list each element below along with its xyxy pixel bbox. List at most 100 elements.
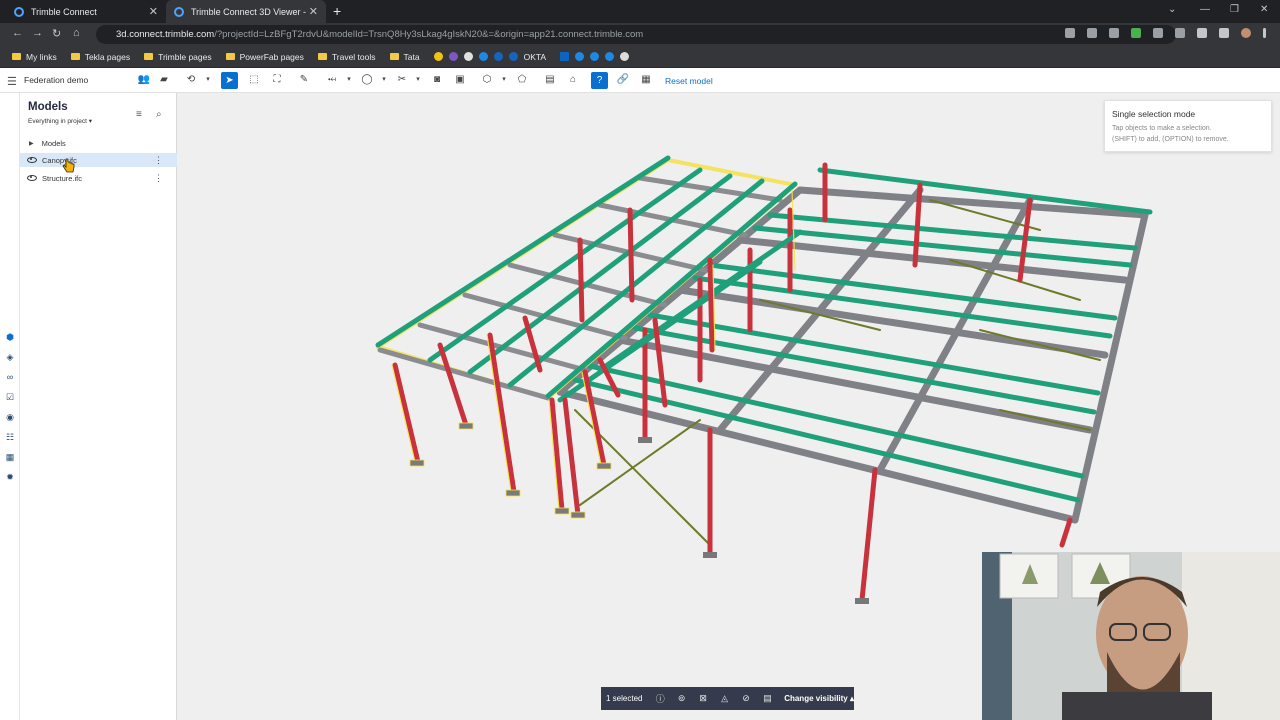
link-icon[interactable]: ∞ — [5, 372, 15, 382]
bookmark-tekla-pages[interactable]: Tekla pages — [70, 52, 130, 62]
help-icon[interactable]: ? — [591, 72, 608, 89]
reload-icon[interactable]: ↻ — [52, 27, 61, 40]
fit-selection-icon[interactable]: ⊠ — [692, 693, 713, 704]
list-icon[interactable]: ☷ — [5, 432, 15, 442]
new-tab-icon[interactable]: + — [333, 3, 341, 19]
tab-3d-viewer[interactable]: Trimble Connect 3D Viewer - Fed ✕ — [166, 0, 326, 23]
trimble-favicon-icon — [14, 6, 24, 17]
menu-dots-icon[interactable] — [1263, 28, 1266, 38]
bookmark-powerfab-pages[interactable]: PowerFab pages — [225, 52, 304, 62]
settings-panel-icon[interactable]: ▦ — [639, 73, 653, 87]
linkedin-icon[interactable] — [560, 52, 570, 61]
hide-icon[interactable]: ⊘ — [735, 693, 756, 704]
drive-extension-icon[interactable] — [1131, 28, 1141, 38]
info-icon[interactable]: ⓘ — [649, 692, 670, 705]
orbit-icon[interactable]: ⟲ — [184, 73, 198, 87]
reset-model-button[interactable]: Reset model — [665, 76, 713, 86]
models-cube-icon[interactable]: ⬢ — [5, 332, 15, 342]
fit-to-view-icon[interactable]: ⛶ — [270, 73, 284, 87]
bookmark-site-icon[interactable] — [463, 52, 473, 61]
link-icon[interactable]: 🔗 — [616, 73, 630, 87]
folder-icon — [70, 53, 80, 60]
bookmark-star-icon[interactable] — [1109, 28, 1119, 38]
close-window-icon[interactable]: ✕ — [1260, 4, 1268, 15]
restore-icon[interactable]: ❐ — [1230, 4, 1239, 15]
camera-icon[interactable]: ◉ — [5, 412, 15, 422]
tab-search-icon[interactable]: ⌄ — [1168, 4, 1176, 15]
home-icon[interactable]: ⌂ — [73, 27, 80, 39]
bookmark-site-icon[interactable] — [448, 52, 458, 61]
extension-icon[interactable] — [1153, 28, 1163, 38]
chevron-down-icon[interactable]: ▾ — [201, 73, 215, 87]
url-field[interactable]: 3d.connect.trimble.com/?projectId=LzBFgT… — [96, 25, 1176, 44]
cube-icon[interactable]: ⬡ — [480, 73, 494, 87]
chevron-down-icon[interactable]: ▾ — [411, 73, 425, 87]
tab-title: Trimble Connect 3D Viewer - Fed — [191, 6, 306, 17]
model-row-canopy[interactable]: Canopy.ifc ⋮ — [20, 153, 177, 167]
color-fill-icon[interactable]: ◬ — [714, 693, 735, 704]
sidebar-icon[interactable] — [1219, 28, 1229, 38]
chevron-down-icon[interactable]: ▾ — [342, 73, 356, 87]
table-icon[interactable]: ▦ — [5, 452, 15, 462]
todo-check-icon[interactable]: ☑ — [5, 392, 15, 402]
markup-icon[interactable]: ✎ — [297, 73, 311, 87]
search-icon[interactable]: ⌕ — [156, 109, 162, 120]
model-row-structure[interactable]: Structure.ifc ⋮ — [20, 171, 177, 185]
scope-dropdown[interactable]: Everything in project ▾ — [28, 117, 92, 125]
measure-icon[interactable]: ⤟ — [325, 73, 339, 87]
properties-icon[interactable]: ▤ — [757, 693, 778, 704]
bookmark-site-icon[interactable] — [478, 52, 488, 61]
viewer-toolbar: ☰ Federation demo 👥 ▰ ⟲ ▾ ➤ ⬚ ⛶ ✎ ⤟ ▾ ◯ … — [0, 68, 1280, 93]
bookmark-okta[interactable]: OKTA — [508, 52, 546, 62]
bag-icon[interactable]: ⌂ — [566, 73, 580, 87]
tab-close-icon[interactable]: ✕ — [309, 5, 318, 18]
bookmark-my-links[interactable]: My links — [12, 52, 57, 62]
back-icon[interactable]: ← — [12, 27, 23, 39]
settings-gear-icon[interactable]: ✹ — [5, 472, 15, 482]
canopy-ifc-model — [375, 155, 803, 519]
models-group-row[interactable]: ▶ Models — [20, 136, 177, 150]
isolate-icon[interactable]: ⊚ — [671, 693, 692, 704]
layers-icon[interactable]: ▤ — [543, 73, 557, 87]
tooltip-title: Single selection mode — [1112, 109, 1196, 119]
folder-icon[interactable]: ▰ — [157, 73, 171, 87]
ghost-icon[interactable]: ⬠ — [515, 73, 529, 87]
bookmark-site-icon[interactable] — [620, 52, 630, 61]
install-icon[interactable] — [1065, 28, 1075, 38]
sort-icon[interactable]: ≡ — [136, 109, 142, 120]
avatar[interactable] — [1241, 28, 1251, 38]
bookmark-travel-tools[interactable]: Travel tools — [317, 52, 376, 62]
more-options-icon[interactable]: ⋮ — [154, 173, 163, 184]
tab-close-icon[interactable]: ✕ — [149, 5, 158, 18]
clash-icon[interactable]: ▣ — [453, 73, 467, 87]
extension-icon[interactable] — [1175, 28, 1185, 38]
panel-title: Models — [28, 101, 68, 113]
bookmark-trimble-pages[interactable]: Trimble pages — [144, 52, 212, 62]
change-visibility-button[interactable]: Change visibility ▴ — [784, 694, 854, 703]
minimize-icon[interactable]: — — [1200, 4, 1210, 15]
forward-icon[interactable]: → — [32, 27, 43, 39]
section-cut-icon[interactable]: ✂ — [395, 73, 409, 87]
bookmark-tata[interactable]: Tata — [389, 52, 420, 62]
bookmark-site-icon[interactable] — [590, 52, 600, 61]
chevron-down-icon[interactable]: ▾ — [497, 73, 511, 87]
folder-icon — [225, 53, 235, 60]
snapshot-icon[interactable]: ◙ — [430, 73, 444, 87]
layers-icon[interactable]: ◈ — [5, 352, 15, 362]
chevron-down-icon[interactable]: ▾ — [377, 73, 391, 87]
tab-trimble-connect[interactable]: Trimble Connect ✕ — [6, 0, 166, 23]
eye-icon[interactable] — [27, 175, 37, 181]
hamburger-menu-icon[interactable]: ☰ — [7, 75, 17, 88]
select-pointer-icon[interactable]: ➤ — [221, 72, 238, 89]
bookmark-site-icon[interactable] — [433, 52, 443, 61]
puzzle-icon[interactable] — [1197, 28, 1207, 38]
bookmark-site-icon[interactable] — [493, 52, 503, 61]
users-icon[interactable]: 👥 — [137, 73, 151, 87]
shape-icon[interactable]: ◯ — [360, 73, 374, 87]
bookmark-site-icon[interactable] — [575, 52, 585, 61]
box-select-icon[interactable]: ⬚ — [247, 73, 261, 87]
more-options-icon[interactable]: ⋮ — [154, 155, 163, 166]
share-icon[interactable] — [1087, 28, 1097, 38]
bookmark-site-icon[interactable] — [605, 52, 615, 61]
eye-icon[interactable] — [27, 157, 37, 163]
